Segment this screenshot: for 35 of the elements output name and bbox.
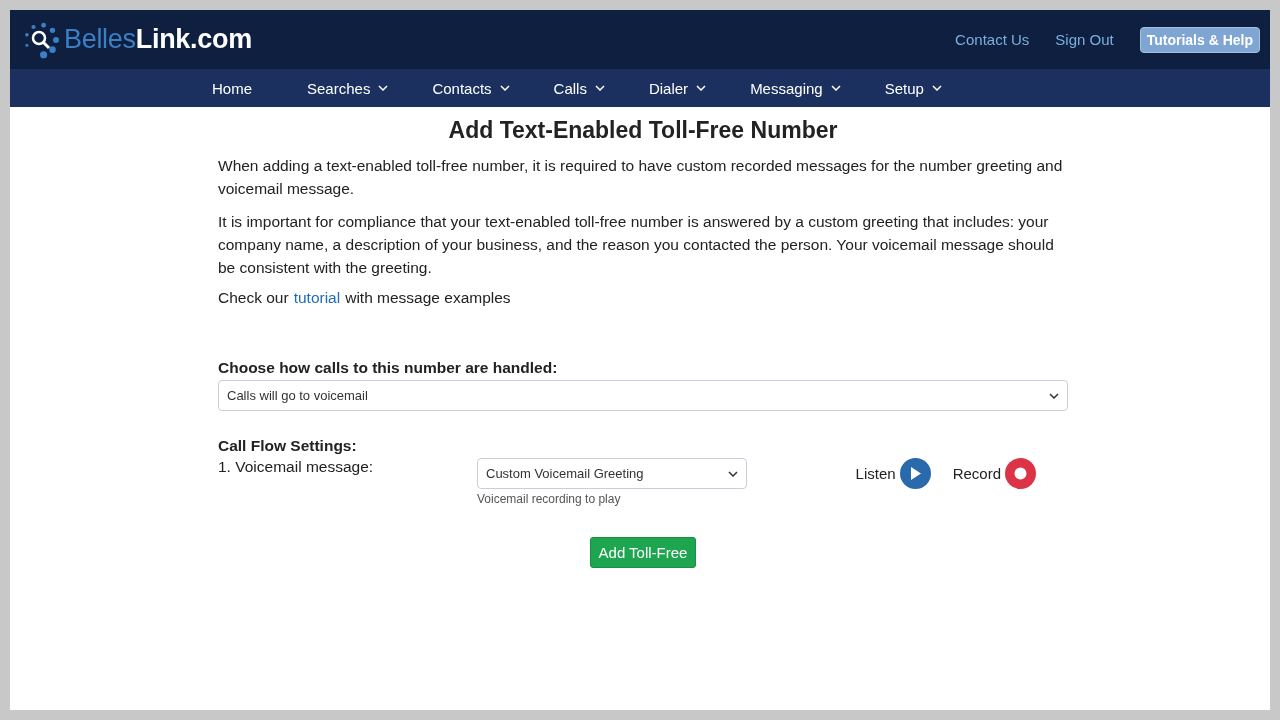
page-title: Add Text-Enabled Toll-Free Number — [447, 117, 839, 144]
paragraph: It is important for compliance that your text-enabled toll-free number is answered by a custom greeting that includes: your company name, a description of your business, and the reason you contacted the person. Your voicemail message should be consistent with the greeting. — [218, 212, 1055, 278]
record-button[interactable]: Record — [952, 458, 1036, 489]
chevron-down-icon — [696, 85, 707, 91]
site-logo[interactable]: BellesLink.com — [64, 24, 252, 55]
header-link[interactable]: Sign Out — [1055, 31, 1114, 48]
call-handling-select[interactable]: Calls will go to voicemail — [218, 380, 1068, 411]
chevron-down-icon — [499, 85, 510, 91]
chevron-down-icon — [594, 85, 605, 91]
chevron-down-icon — [931, 85, 942, 91]
nav-menu-item[interactable]: Dialer — [648, 79, 707, 97]
section-heading: Call Flow Settings: — [218, 437, 358, 455]
voicemail-select[interactable]: Custom Voicemail Greeting — [477, 458, 747, 489]
chevron-down-icon — [830, 85, 841, 91]
magnifier-logo-icon — [22, 20, 60, 59]
play-icon — [899, 458, 931, 489]
chevron-down-icon — [378, 85, 389, 91]
nav-menu-item[interactable]: Contacts — [432, 79, 510, 97]
nav-menu-item[interactable]: Home — [212, 79, 252, 97]
nav-menu-item[interactable]: Setup — [884, 79, 942, 97]
chevron-down-icon — [728, 470, 738, 477]
paragraph: When adding a text-enabled toll-free number, it is required to have custom recorded messages for the number greeting and voicemail message. — [218, 156, 1064, 199]
nav-menu-item[interactable]: Searches — [307, 79, 389, 97]
chevron-down-icon — [1049, 392, 1059, 399]
help-text: Voicemail recording to play — [477, 492, 622, 506]
tutorial-link[interactable]: tutorial — [293, 289, 341, 307]
paragraph-text: with message examples — [345, 289, 511, 307]
field-label: 1. Voicemail message: — [218, 458, 375, 476]
nav-menu-item[interactable]: Messaging — [750, 79, 841, 97]
paragraph-text: Check our — [218, 289, 289, 307]
header-link[interactable]: Contact Us — [955, 31, 1030, 48]
record-icon — [1005, 458, 1036, 489]
field-label: Choose how calls to this number are handled: — [218, 359, 559, 377]
listen-button[interactable]: Listen — [855, 458, 931, 489]
nav-menu-item[interactable]: Calls — [553, 79, 605, 97]
